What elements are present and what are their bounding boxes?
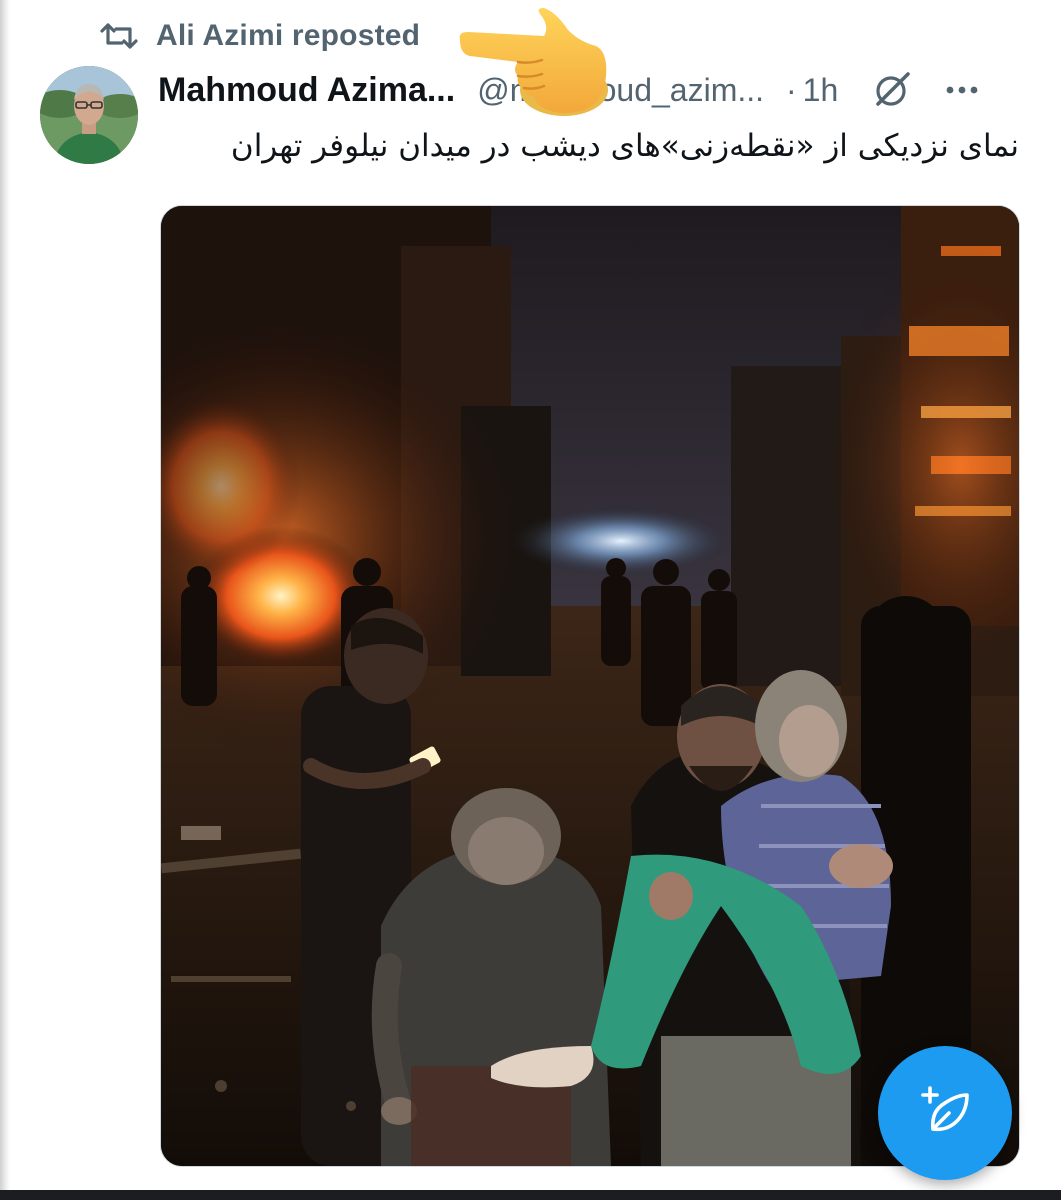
display-name[interactable]: Mahmoud Azima... bbox=[158, 71, 455, 110]
tweet-text: نمای نزدیکی از «نقطه‌زنی»‌های دیشب در می… bbox=[230, 128, 1019, 164]
tweet-screenshot: Ali Azimi reposted Mahmoud Azima... @mah… bbox=[0, 0, 1061, 1200]
avatar[interactable] bbox=[40, 66, 138, 164]
repost-icon bbox=[100, 21, 138, 51]
repost-indicator[interactable]: Ali Azimi reposted bbox=[100, 16, 420, 56]
more-options-icon[interactable] bbox=[942, 70, 982, 110]
bottom-bar bbox=[0, 1190, 1061, 1200]
crop-edge bbox=[0, 0, 10, 1200]
pointing-hand-emoji bbox=[452, 6, 612, 116]
separator-dot: · bbox=[786, 71, 797, 108]
grok-icon[interactable] bbox=[872, 70, 912, 110]
tweet-media-photo[interactable] bbox=[160, 205, 1020, 1167]
repost-label: Ali Azimi reposted bbox=[156, 19, 421, 52]
timestamp[interactable]: 1h bbox=[803, 72, 839, 109]
compose-post-icon bbox=[915, 1081, 975, 1146]
compose-post-button[interactable] bbox=[878, 1046, 1012, 1180]
